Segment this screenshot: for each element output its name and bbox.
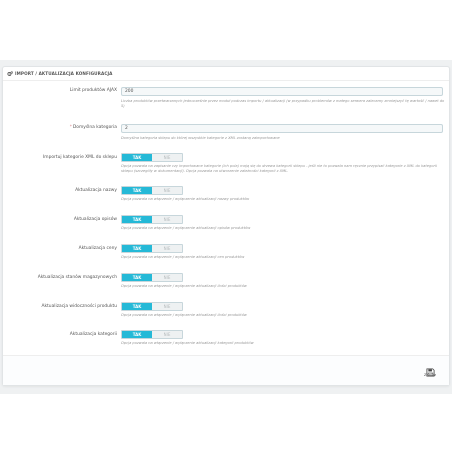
update-visibility-switch[interactable]: TAK NIE: [121, 302, 183, 311]
required-mark: *: [69, 125, 72, 130]
update-stock-label: Aktualizacja stanów magazynowych: [37, 275, 117, 280]
update-stock-help: Opcja pozwala na włączenie / wyłączenie …: [121, 284, 247, 288]
panel-title: IMPORT / AKTUALIZACJA KONFIGURACJA: [15, 71, 113, 76]
import-categories-label: Importuj kategorie XML do sklepu: [43, 155, 117, 160]
switch-off[interactable]: NIE: [152, 331, 182, 338]
switch-on[interactable]: TAK: [122, 245, 152, 252]
update-desc-label: Aktualizacja opisów: [73, 217, 117, 222]
category-input[interactable]: 2: [121, 124, 443, 133]
switch-off[interactable]: NIE: [152, 216, 182, 223]
switch-on[interactable]: TAK: [122, 303, 152, 310]
switch-off[interactable]: NIE: [152, 303, 182, 310]
update-categories-label: Aktualizacja kategorii: [69, 332, 117, 337]
category-label: *Domyślna kategoria: [7, 125, 117, 131]
update-price-switch[interactable]: TAK NIE: [121, 244, 183, 253]
update-visibility-help: Opcja pozwala na włączenie / wyłączenie …: [121, 313, 247, 317]
panel-heading: IMPORT / AKTUALIZACJA KONFIGURACJA: [3, 67, 449, 81]
category-help: Domyślna kategoria sklepu do której wszy…: [121, 136, 280, 140]
switch-on[interactable]: TAK: [122, 216, 152, 223]
import-categories-help: Opcja pozwala na zapisanie czy importowa…: [121, 164, 437, 173]
switch-on[interactable]: TAK: [122, 154, 152, 161]
update-price-label: Aktualizacja ceny: [78, 246, 117, 251]
switch-on[interactable]: TAK: [122, 274, 152, 281]
update-desc-switch[interactable]: TAK NIE: [121, 215, 183, 224]
save-label: Zapisz: [423, 372, 437, 377]
save-button[interactable]: Zapisz: [421, 362, 439, 382]
switch-off[interactable]: NIE: [152, 245, 182, 252]
limit-label: Limit produktów AJAX: [69, 88, 117, 93]
switch-off[interactable]: NIE: [152, 187, 182, 194]
switch-off[interactable]: NIE: [152, 274, 182, 281]
update-categories-switch[interactable]: TAK NIE: [121, 330, 183, 339]
cogs-icon: [7, 70, 13, 77]
category-label-text: Domyślna kategoria: [72, 125, 117, 130]
update-name-label: Aktualizacja nazwy: [75, 188, 117, 193]
update-price-help: Opcja pozwala na włączenie / wyłączenie …: [121, 255, 245, 259]
switch-off[interactable]: NIE: [152, 154, 182, 161]
update-visibility-label: Aktualizacja widoczności produktu: [41, 304, 117, 309]
limit-input[interactable]: 200: [121, 87, 443, 96]
update-name-help: Opcja pozwala na włączenie / wyłączenie …: [121, 197, 250, 201]
config-panel: IMPORT / AKTUALIZACJA KONFIGURACJA Limit…: [2, 66, 450, 386]
update-name-switch[interactable]: TAK NIE: [121, 186, 183, 195]
switch-on[interactable]: TAK: [122, 331, 152, 338]
switch-on[interactable]: TAK: [122, 187, 152, 194]
update-categories-help: Opcja pozwala na włączenie / wyłączenie …: [121, 341, 254, 345]
update-stock-switch[interactable]: TAK NIE: [121, 273, 183, 282]
update-desc-help: Opcja pozwala na włączenie / wyłączenie …: [121, 226, 251, 230]
import-categories-switch[interactable]: TAK NIE: [121, 153, 183, 162]
panel-footer: Zapisz: [3, 355, 449, 385]
floppy-disk-icon: [425, 362, 435, 377]
limit-help: Liczba produktów przetwarzanych jednocze…: [121, 99, 445, 108]
